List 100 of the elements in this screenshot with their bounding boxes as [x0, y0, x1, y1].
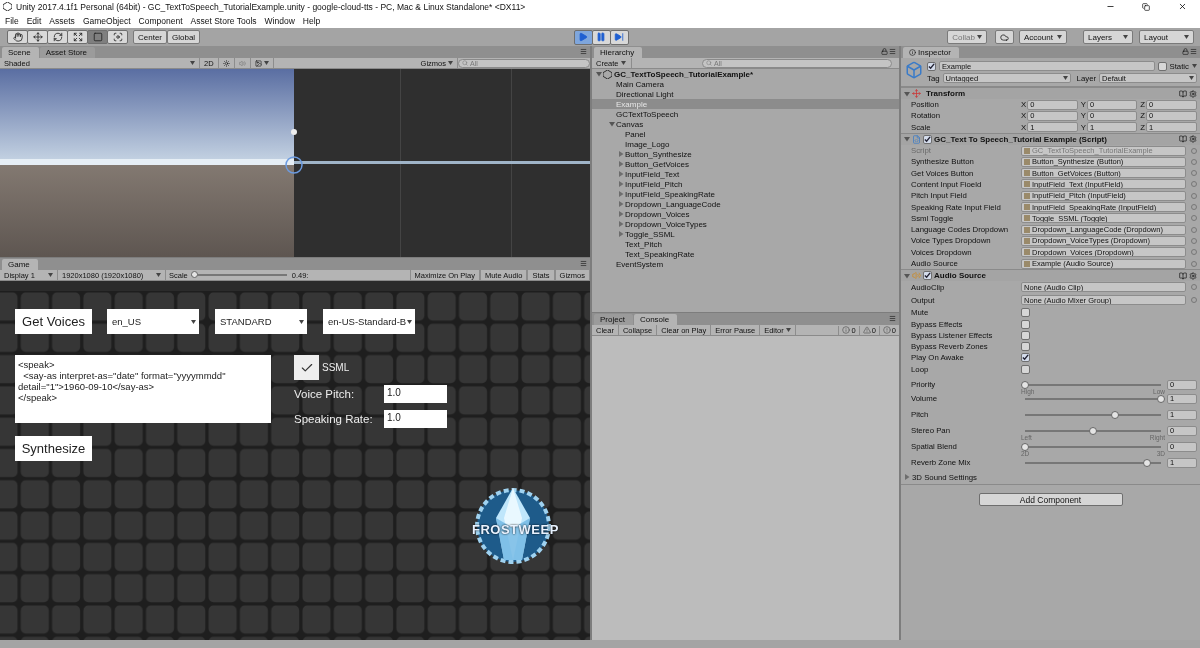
enabled-checkbox[interactable] — [923, 134, 932, 144]
collapsed-arrow-icon[interactable] — [617, 171, 624, 177]
get-voices-button[interactable]: Get Voices — [15, 309, 92, 334]
menu-icon[interactable] — [580, 260, 587, 267]
slider-track[interactable] — [1025, 413, 1161, 416]
playback-button[interactable] — [573, 29, 593, 45]
slider-thumb[interactable] — [1157, 394, 1165, 403]
checkbox[interactable] — [1021, 342, 1030, 352]
expanded-arrow-icon[interactable] — [595, 71, 602, 77]
expanded-arrow-icon[interactable] — [904, 136, 910, 143]
settings-icon[interactable] — [1189, 271, 1197, 280]
window-tab[interactable]: Project — [594, 314, 633, 325]
slider-track[interactable] — [1025, 461, 1161, 464]
window-tab[interactable]: Hierarchy — [594, 47, 643, 58]
synthesize-button[interactable]: Synthesize — [15, 436, 92, 461]
collapsed-arrow-icon[interactable] — [617, 181, 624, 187]
collapsed-arrow-icon[interactable] — [904, 474, 910, 481]
tree-item[interactable]: Directional Light — [592, 89, 899, 99]
menu-item[interactable]: Help — [298, 15, 325, 26]
ssml-text-area[interactable]: <speak> <say-as interpret-as="date" format="yyyymmdd" detail="1">1960-09-10</say-as> </speak> — [15, 355, 271, 423]
tool-button[interactable] — [47, 30, 68, 44]
tree-item[interactable]: Dropdown_VoiceTypes — [592, 219, 899, 229]
checkbox[interactable] — [1021, 353, 1030, 363]
menu-icon[interactable] — [580, 48, 587, 55]
slider-thumb[interactable] — [190, 271, 198, 278]
slider-thumb[interactable] — [1021, 380, 1029, 389]
tree-item[interactable]: Text_SpeakingRate — [592, 249, 899, 259]
checkbox[interactable] — [1021, 364, 1030, 374]
collapsed-arrow-icon[interactable] — [617, 231, 624, 237]
collapsed-arrow-icon[interactable] — [617, 191, 624, 197]
window-tab[interactable]: Console — [633, 314, 678, 325]
tree-item[interactable]: Panel — [592, 129, 899, 139]
scene-item[interactable]: GC_TextToSpeech_TutorialExample* — [592, 69, 899, 79]
help-icon[interactable] — [1179, 271, 1187, 280]
collapsed-arrow-icon[interactable] — [617, 161, 624, 167]
enabled-checkbox[interactable] — [923, 271, 932, 281]
slider-thumb[interactable] — [1021, 442, 1029, 451]
cloud-button[interactable] — [995, 30, 1014, 44]
layers-button[interactable]: Layers — [1083, 30, 1133, 44]
tree-item[interactable]: Dropdown_Voices — [592, 209, 899, 219]
collapsed-arrow-icon[interactable] — [617, 221, 624, 227]
checkbox[interactable] — [1021, 330, 1030, 340]
expanded-arrow-icon[interactable] — [904, 90, 910, 97]
slider-track[interactable] — [1025, 429, 1161, 432]
add-component-button[interactable]: Add Component — [978, 492, 1123, 506]
settings-icon[interactable] — [1189, 89, 1197, 98]
slider-thumb[interactable] — [1089, 426, 1097, 435]
window-tab[interactable]: Game — [2, 259, 38, 270]
expanded-arrow-icon[interactable] — [608, 121, 615, 127]
window-tab[interactable]: Scene — [2, 47, 39, 58]
account-button[interactable]: Account — [1019, 30, 1067, 44]
tool-button[interactable] — [67, 30, 88, 44]
ssml-checkbox[interactable] — [294, 355, 319, 380]
layout-button[interactable]: Layout — [1139, 30, 1194, 44]
tree-item[interactable]: GCTextToSpeech — [592, 109, 899, 119]
menu-item[interactable]: File — [1, 15, 23, 26]
static-checkbox[interactable] — [1157, 61, 1167, 71]
settings-icon[interactable] — [1189, 135, 1197, 144]
menu-item[interactable]: Asset Store Tools — [186, 15, 261, 26]
tree-item[interactable]: Text_Pitch — [592, 239, 899, 249]
tree-item[interactable]: Button_Synthesize — [592, 149, 899, 159]
active-checkbox[interactable] — [927, 61, 936, 71]
playback-button[interactable] — [609, 29, 629, 45]
menu-item[interactable]: Window — [260, 15, 299, 26]
pitch-input-field[interactable]: 1.0 — [384, 385, 447, 403]
collapsed-arrow-icon[interactable] — [617, 151, 624, 157]
tree-item[interactable]: Dropdown_LanguageCode — [592, 199, 899, 209]
help-icon[interactable] — [1179, 135, 1187, 144]
tool-button[interactable] — [7, 30, 28, 44]
window-tab[interactable]: Asset Store — [39, 47, 96, 58]
checkbox[interactable] — [1021, 308, 1030, 318]
checkbox[interactable] — [1021, 319, 1030, 329]
collapsed-arrow-icon[interactable] — [617, 201, 624, 207]
tree-item[interactable]: Toggle_SSML — [592, 229, 899, 239]
tree-item[interactable]: InputField_Text — [592, 169, 899, 179]
menu-item[interactable]: Assets — [45, 15, 79, 26]
voice-dropdown[interactable]: en-US-Standard-B — [323, 309, 415, 334]
menu-icon[interactable] — [889, 48, 896, 55]
expanded-arrow-icon[interactable] — [904, 272, 910, 279]
slider-thumb[interactable] — [1143, 458, 1152, 467]
lock-icon[interactable] — [881, 48, 888, 55]
tree-item[interactable]: Image_Logo — [592, 139, 899, 149]
menu-icon[interactable] — [889, 315, 896, 322]
speaking-rate-input-field[interactable]: 1.0 — [384, 410, 447, 428]
tool-button[interactable] — [107, 30, 128, 44]
voice-dropdown[interactable]: STANDARD — [215, 309, 307, 334]
voice-dropdown[interactable]: en_US — [107, 309, 199, 334]
window-tab[interactable]: Inspector — [903, 47, 959, 58]
menu-item[interactable]: Component — [134, 15, 187, 26]
space-button[interactable]: Global — [167, 30, 201, 44]
tree-item[interactable]: Canvas — [592, 119, 899, 129]
lock-icon[interactable] — [1182, 48, 1189, 55]
tree-item[interactable]: InputField_Pitch — [592, 179, 899, 189]
collapsed-arrow-icon[interactable] — [617, 211, 624, 217]
tree-item[interactable]: EventSystem — [592, 259, 899, 269]
menu-item[interactable]: GameObject — [78, 15, 135, 26]
tree-item[interactable]: InputField_SpeakingRate — [592, 189, 899, 199]
tree-item[interactable]: Main Camera — [592, 79, 899, 89]
tool-button[interactable] — [27, 30, 48, 44]
slider-thumb[interactable] — [1110, 410, 1119, 419]
